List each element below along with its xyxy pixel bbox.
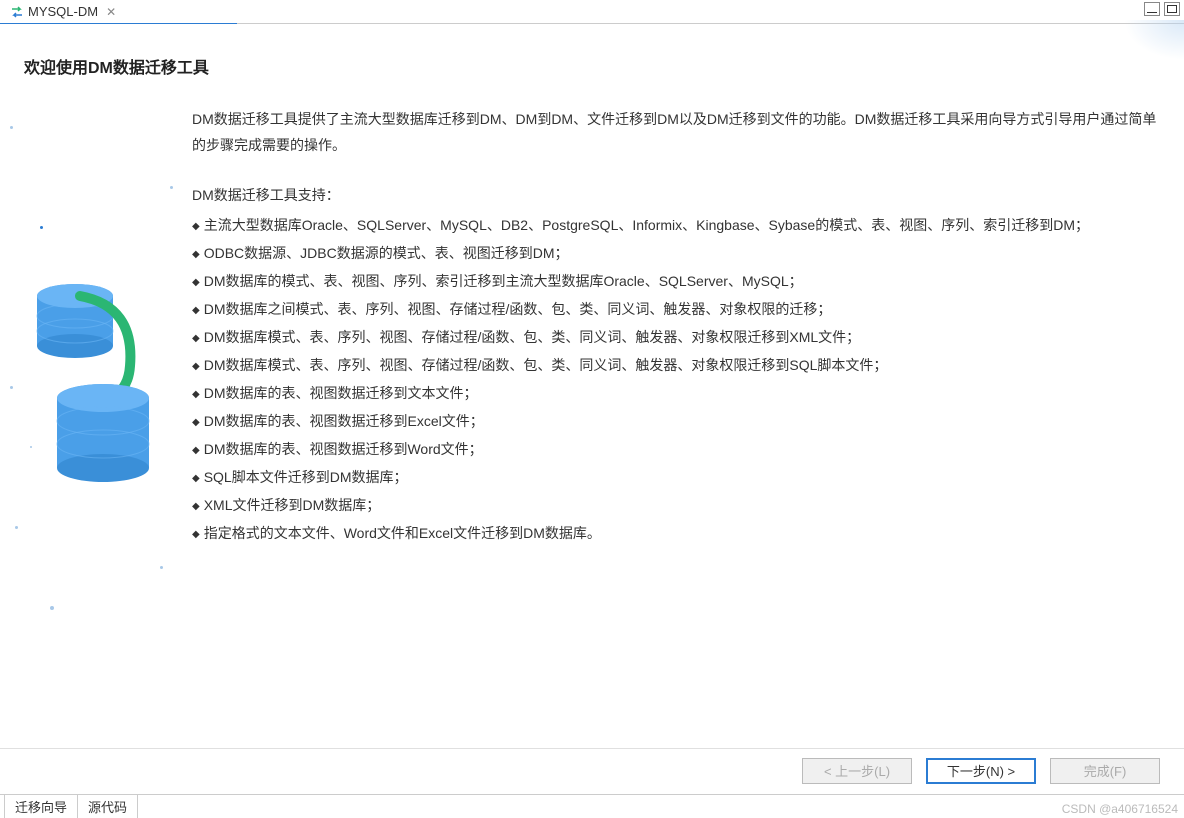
- feature-list: 主流大型数据库Oracle、SQLServer、MySQL、DB2、Postgr…: [192, 212, 1160, 548]
- feature-item: DM数据库模式、表、序列、视图、存储过程/函数、包、类、同义词、触发器、对象权限…: [192, 324, 1160, 352]
- tab-wizard[interactable]: 迁移向导: [4, 794, 78, 818]
- wizard-button-bar: < 上一步(L) 下一步(N) > 完成(F): [0, 748, 1184, 792]
- feature-item: 主流大型数据库Oracle、SQLServer、MySQL、DB2、Postgr…: [192, 212, 1160, 240]
- support-title: DM数据迁移工具支持：: [192, 182, 1160, 208]
- feature-item: ODBC数据源、JDBC数据源的模式、表、视图迁移到DM；: [192, 240, 1160, 268]
- tab-title: MYSQL-DM: [28, 4, 98, 19]
- feature-item: 指定格式的文本文件、Word文件和Excel文件迁移到DM数据库。: [192, 520, 1160, 548]
- minimize-icon[interactable]: [1144, 2, 1160, 16]
- database-migration-icon: [0, 246, 180, 526]
- prev-button: < 上一步(L): [802, 758, 912, 784]
- feature-item: DM数据库的表、视图数据迁移到Excel文件；: [192, 408, 1160, 436]
- feature-item: DM数据库的表、视图数据迁移到Word文件；: [192, 436, 1160, 464]
- feature-item: XML文件迁移到DM数据库；: [192, 492, 1160, 520]
- feature-item: DM数据库的模式、表、视图、序列、索引迁移到主流大型数据库Oracle、SQLS…: [192, 268, 1160, 296]
- close-icon[interactable]: ✕: [106, 5, 116, 19]
- text-content: DM数据迁移工具提供了主流大型数据库迁移到DM、DM到DM、文件迁移到DM以及D…: [180, 106, 1184, 730]
- window-controls: [1144, 2, 1180, 16]
- feature-item: DM数据库的表、视图数据迁移到文本文件；: [192, 380, 1160, 408]
- illustration-panel: [0, 106, 180, 730]
- intro-paragraph: DM数据迁移工具提供了主流大型数据库迁移到DM、DM到DM、文件迁移到DM以及D…: [192, 106, 1160, 158]
- feature-item: SQL脚本文件迁移到DM数据库；: [192, 464, 1160, 492]
- maximize-icon[interactable]: [1164, 2, 1180, 16]
- main-content: DM数据迁移工具提供了主流大型数据库迁移到DM、DM到DM、文件迁移到DM以及D…: [0, 106, 1184, 730]
- bottom-tab-bar: 迁移向导 源代码: [0, 794, 1184, 818]
- tab-source-code[interactable]: 源代码: [77, 794, 138, 818]
- feature-item: DM数据库之间模式、表、序列、视图、存储过程/函数、包、类、同义词、触发器、对象…: [192, 296, 1160, 324]
- finish-button: 完成(F): [1050, 758, 1160, 784]
- page-title: 欢迎使用DM数据迁移工具: [0, 24, 1184, 78]
- next-button[interactable]: 下一步(N) >: [926, 758, 1036, 784]
- feature-item: DM数据库模式、表、序列、视图、存储过程/函数、包、类、同义词、触发器、对象权限…: [192, 352, 1160, 380]
- transfer-icon: [10, 5, 24, 19]
- tab-mysql-dm[interactable]: MYSQL-DM ✕: [4, 1, 122, 23]
- tab-bar: MYSQL-DM ✕: [0, 0, 1184, 24]
- watermark: CSDN @a406716524: [1062, 802, 1178, 816]
